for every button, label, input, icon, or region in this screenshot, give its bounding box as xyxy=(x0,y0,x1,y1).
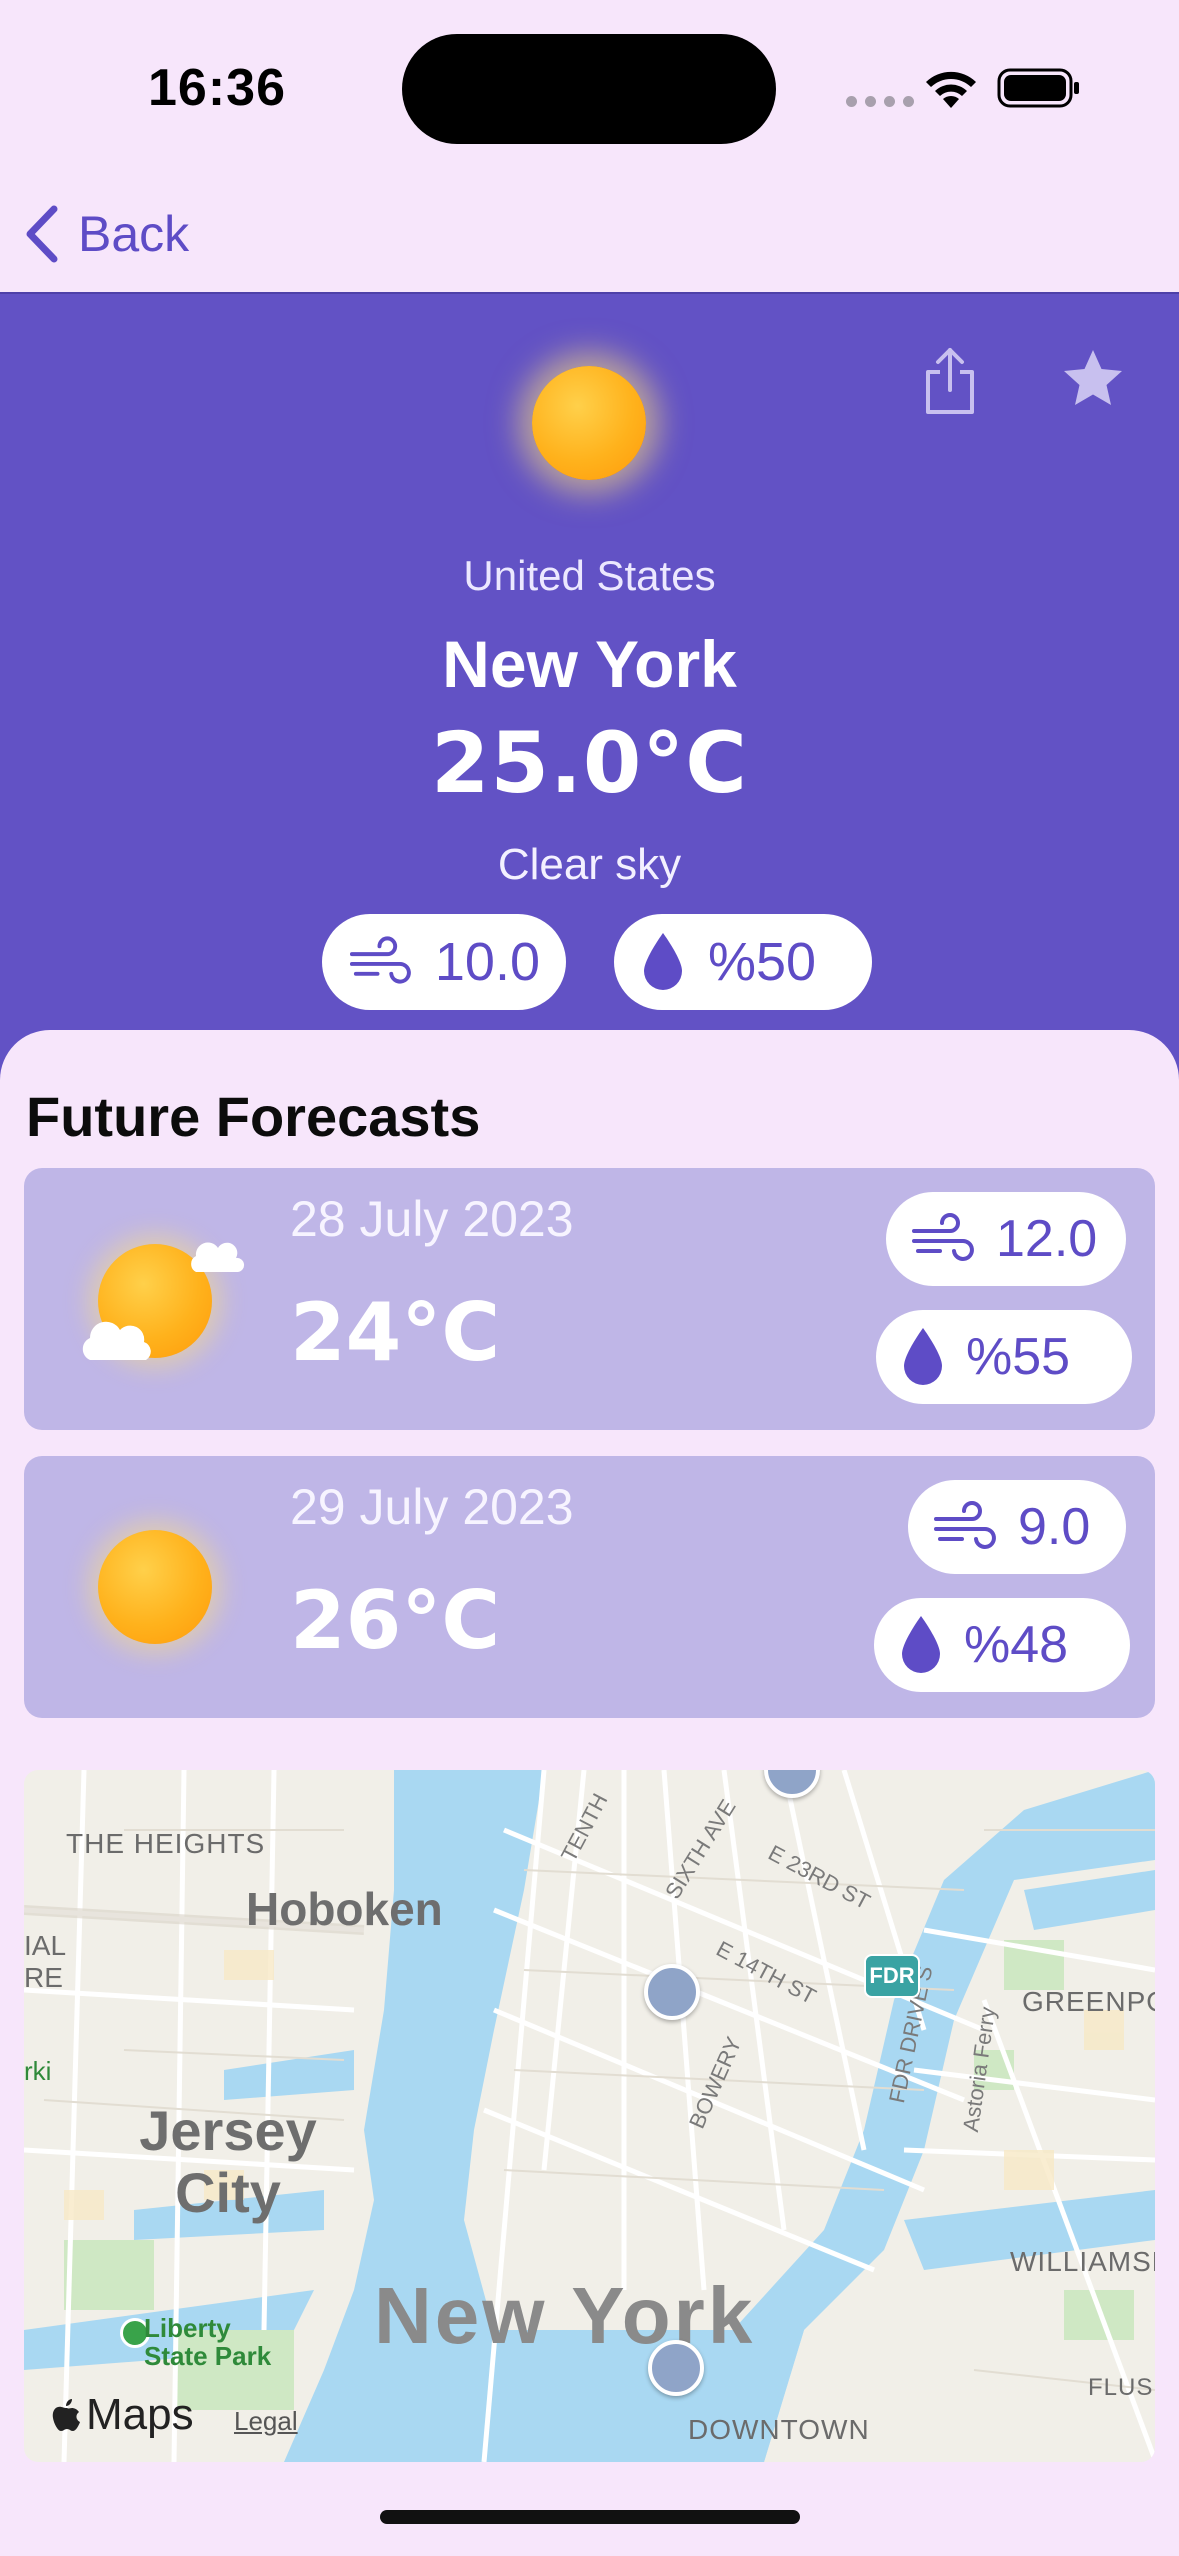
cloud-icon xyxy=(82,1321,151,1360)
back-button[interactable]: Back xyxy=(22,194,189,274)
wind-icon xyxy=(912,1213,974,1261)
forecast-temperature: 24°C xyxy=(290,1286,501,1379)
city-name: New York xyxy=(442,627,737,701)
sun-icon xyxy=(98,1530,212,1644)
water-drop-icon xyxy=(644,933,682,990)
highway-badge: FDR xyxy=(864,1954,920,1998)
forecast-temperature: 26°C xyxy=(290,1574,501,1667)
cellular-signal-icon xyxy=(846,96,914,107)
map-label: rki xyxy=(24,2056,52,2086)
battery-icon xyxy=(997,68,1079,108)
maps-attribution: Maps xyxy=(52,2390,194,2440)
status-time: 16:36 xyxy=(148,59,286,117)
forecast-card[interactable]: 29 July 2023 26°C 9.0 %48 xyxy=(24,1456,1155,1718)
current-temperature: 25.0°C xyxy=(431,714,748,812)
humidity-value: %50 xyxy=(708,932,817,992)
wifi-icon xyxy=(926,71,976,108)
map-label: FLUS xyxy=(1088,2374,1154,2401)
wind-value: 9.0 xyxy=(1018,1498,1091,1556)
map-label: DOWNTOWN xyxy=(688,2414,870,2445)
map-label: IAL RE xyxy=(24,1930,67,1993)
back-label: Back xyxy=(78,206,190,262)
water-drop-icon xyxy=(904,1328,942,1385)
cloud-icon xyxy=(191,1242,245,1272)
water-drop-icon xyxy=(902,1616,940,1673)
landmark-pin[interactable] xyxy=(644,1964,700,2020)
dynamic-island xyxy=(402,34,776,144)
map-label: Liberty State Park xyxy=(144,2313,272,2371)
navigation-bar: Back xyxy=(0,180,1179,292)
forecast-sheet: Future Forecasts 28 July 2023 24°C 12.0 … xyxy=(0,1030,1179,2556)
wind-icon xyxy=(934,1501,996,1549)
chevron-left-icon xyxy=(26,205,58,263)
country-label: United States xyxy=(463,552,716,599)
map-label: WILLIAMSE xyxy=(1010,2246,1155,2277)
humidity-badge: %55 xyxy=(876,1310,1132,1404)
current-weather-panel: United States New York 25.0°C Clear sky … xyxy=(0,292,1179,1082)
map-label: GREENPOI xyxy=(1022,1986,1155,2017)
map-label: Jersey City xyxy=(139,2099,317,2224)
map-view[interactable]: THE HEIGHTS Hoboken Jersey City New York… xyxy=(24,1770,1155,2462)
weather-condition: Clear sky xyxy=(497,840,682,889)
sun-icon xyxy=(532,366,646,480)
legal-link[interactable]: Legal xyxy=(234,2406,298,2437)
humidity-value: %55 xyxy=(966,1328,1071,1386)
share-icon[interactable] xyxy=(918,346,982,416)
humidity-value: %48 xyxy=(964,1616,1069,1674)
wind-badge: 10.0 xyxy=(322,914,566,1010)
status-bar: 16:36 xyxy=(0,0,1179,180)
landmark-pin[interactable] xyxy=(648,2340,704,2396)
maps-logo-text: Maps xyxy=(86,2390,194,2439)
wind-value: 12.0 xyxy=(996,1210,1098,1268)
forecast-date: 29 July 2023 xyxy=(290,1479,574,1535)
map-label: Hoboken xyxy=(246,1883,443,1935)
forecast-card[interactable]: 28 July 2023 24°C 12.0 %55 xyxy=(24,1168,1155,1430)
humidity-badge: %50 xyxy=(614,914,872,1010)
humidity-badge: %48 xyxy=(874,1598,1130,1692)
favorite-star-icon[interactable] xyxy=(1060,346,1126,412)
wind-badge: 9.0 xyxy=(908,1480,1126,1574)
apple-logo-icon xyxy=(52,2399,80,2431)
forecast-date: 28 July 2023 xyxy=(290,1191,574,1247)
section-title: Future Forecasts xyxy=(26,1085,481,1148)
wind-badge: 12.0 xyxy=(886,1192,1126,1286)
wind-icon xyxy=(349,936,411,984)
home-indicator[interactable] xyxy=(380,2510,800,2524)
wind-value: 10.0 xyxy=(434,932,540,992)
map-label: New York xyxy=(374,2271,756,2360)
map-label: THE HEIGHTS xyxy=(66,1828,266,1859)
